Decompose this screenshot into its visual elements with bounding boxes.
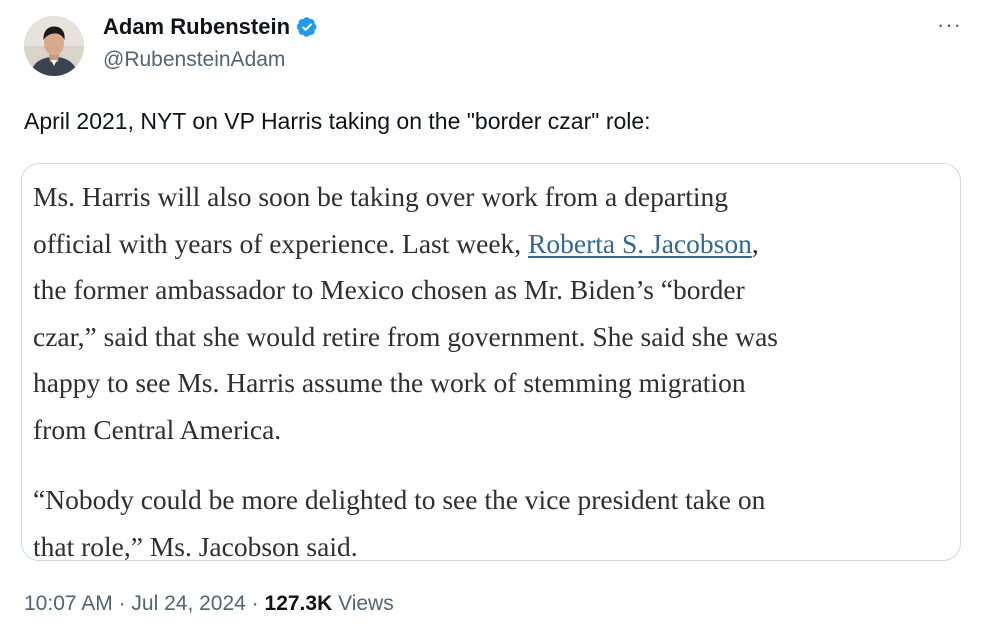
verified-badge-icon[interactable]	[296, 16, 318, 38]
quote-line: that role,” Ms. Jacobson said.	[33, 530, 358, 561]
quoted-image-card[interactable]: Ms. Harris will also soon be taking over…	[21, 163, 961, 561]
quote-line: from Central America.	[33, 413, 282, 445]
views-count[interactable]: 127.3K	[265, 592, 333, 615]
quote-line: “Nobody could be more delighted to see t…	[33, 484, 766, 515]
avatar[interactable]	[24, 16, 84, 76]
author-display-name[interactable]: Adam Rubenstein	[103, 14, 290, 40]
tweet-date[interactable]: Jul 24, 2024	[131, 592, 245, 615]
profile-photo-icon	[24, 16, 84, 76]
quote-line: czar,” said that she would retire from g…	[33, 320, 778, 352]
tweet-metadata: 10:07 AM · Jul 24, 2024 · 127.3K Views	[24, 592, 394, 616]
tweet: Adam Rubenstein @RubensteinAdam ··· Apri…	[0, 0, 998, 636]
roberta-jacobson-link[interactable]: Roberta S. Jacobson	[528, 228, 752, 259]
quoted-article-excerpt: Ms. Harris will also soon be taking over…	[33, 174, 960, 561]
quote-line: happy to see Ms. Harris assume the work …	[33, 367, 746, 398]
quote-link-suffix: ,	[751, 227, 759, 259]
meta-separator: ·	[245, 592, 265, 615]
more-options-ellipsis-icon[interactable]: ···	[937, 14, 962, 36]
author-handle[interactable]: @RubensteinAdam	[103, 48, 285, 72]
quote-line: Ms. Harris will also soon be taking over…	[33, 181, 728, 212]
author-name-row[interactable]: Adam Rubenstein	[103, 14, 318, 40]
tweet-text: April 2021, NYT on VP Harris taking on t…	[24, 108, 651, 134]
meta-separator: ·	[112, 592, 132, 615]
quote-line: official with years of experience. Last …	[33, 221, 960, 268]
views-label[interactable]: Views	[332, 592, 394, 615]
quote-line-text: official with years of experience. Last …	[33, 227, 529, 259]
tweet-time[interactable]: 10:07 AM	[24, 592, 113, 615]
quote-line: the former ambassador to Mexico chosen a…	[33, 274, 745, 305]
